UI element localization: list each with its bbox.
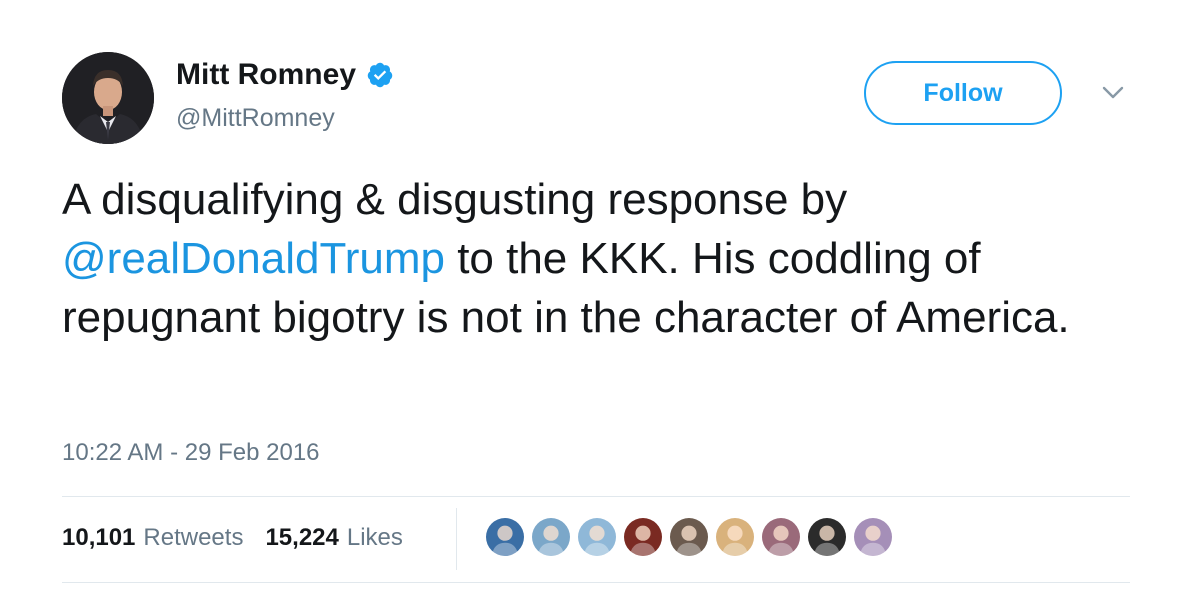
liker-avatar-icon [486, 518, 524, 556]
liker-avatar-icon [762, 518, 800, 556]
mention-link[interactable]: @realDonaldTrump [62, 234, 445, 283]
retweets-label: Retweets [143, 524, 244, 551]
liker-avatar-icon [854, 518, 892, 556]
liker-avatar-icon [808, 518, 846, 556]
author-display-name[interactable]: Mitt Romney [176, 58, 356, 92]
liker-avatar-icon [716, 518, 754, 556]
author-handle[interactable]: @MittRomney [176, 104, 335, 133]
liker-avatar[interactable] [484, 516, 526, 558]
tweet-text-start: A disqualifying & disgusting response by [62, 175, 848, 224]
liker-avatar[interactable] [530, 516, 572, 558]
tweet-timestamp[interactable]: 10:22 AM - 29 Feb 2016 [62, 439, 320, 467]
liker-avatar-icon [532, 518, 570, 556]
liker-avatar[interactable] [622, 516, 664, 558]
liker-avatar[interactable] [760, 516, 802, 558]
tweet-text: A disqualifying & disgusting response by… [62, 170, 1152, 347]
liker-avatar[interactable] [714, 516, 756, 558]
liker-avatar-icon [578, 518, 616, 556]
liker-avatar[interactable] [852, 516, 894, 558]
likes-count: 15,224 [265, 524, 339, 551]
divider [62, 496, 1130, 497]
likes-stat[interactable]: 15,224 Likes [265, 524, 402, 552]
liker-avatar[interactable] [668, 516, 710, 558]
liker-avatar-icon [670, 518, 708, 556]
verified-badge-icon [367, 62, 393, 88]
chevron-down-icon[interactable] [1098, 82, 1128, 104]
liker-avatar-icon [624, 518, 662, 556]
author-avatar[interactable] [62, 52, 154, 144]
liker-avatars [484, 516, 894, 558]
likes-label: Likes [346, 524, 403, 551]
tweet-stats: 10,101 Retweets 15,224 Likes [62, 524, 403, 552]
divider [62, 582, 1130, 583]
retweets-count: 10,101 [62, 524, 136, 551]
retweets-stat[interactable]: 10,101 Retweets [62, 524, 243, 552]
liker-avatar[interactable] [576, 516, 618, 558]
liker-avatar[interactable] [806, 516, 848, 558]
author-avatar-icon [62, 52, 154, 144]
stats-divider [456, 508, 457, 570]
follow-button[interactable]: Follow [864, 61, 1062, 125]
